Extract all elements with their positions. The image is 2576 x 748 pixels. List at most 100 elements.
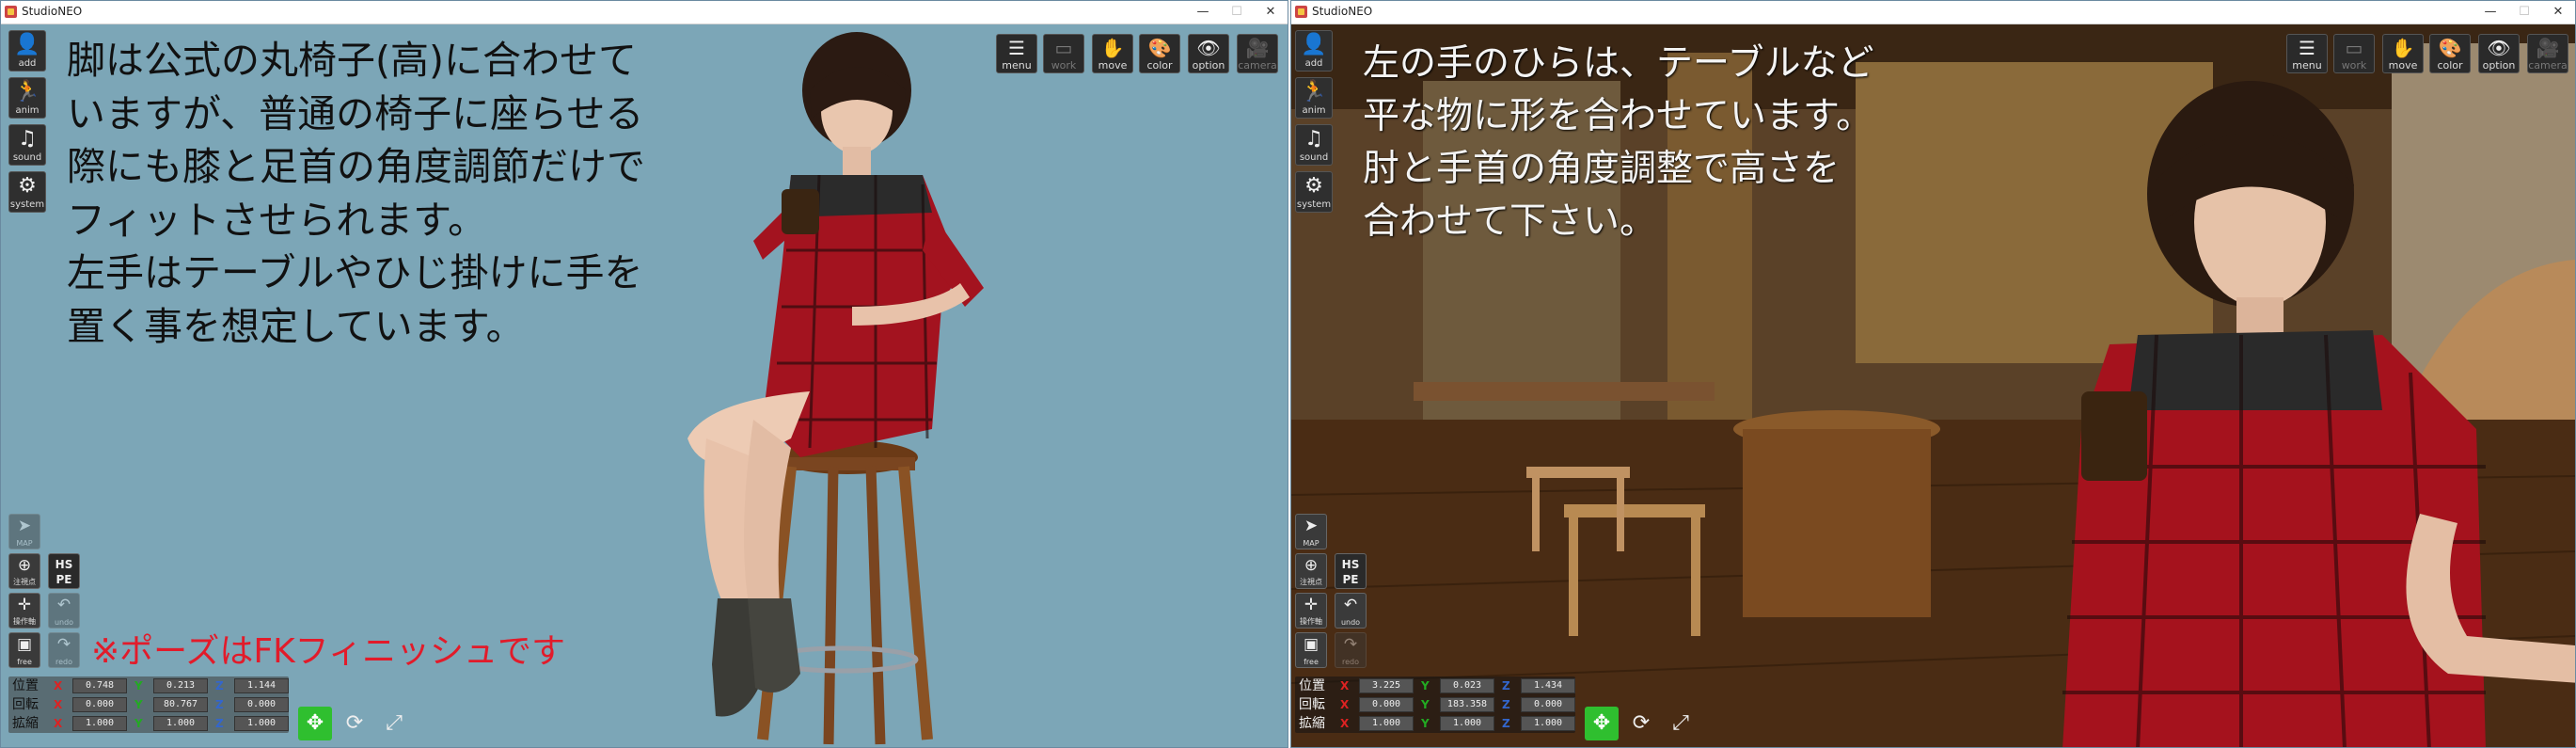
position-z-field[interactable]: 1.144 [234,678,289,693]
map-button[interactable]: ➤ MAP [8,514,40,549]
axis-icon: ✛ [17,596,32,614]
close-button[interactable]: ✕ [1254,1,1288,24]
undo-icon: ↶ [1343,596,1358,614]
maximize-button[interactable]: ☐ [1220,1,1254,24]
close-button[interactable]: ✕ [2541,1,2575,24]
scale-z-field[interactable]: 1.000 [234,716,289,731]
free-button[interactable]: ▣ free [1295,632,1327,668]
focus-icon: ⊕ [1304,556,1319,575]
scale-y-field[interactable]: 1.000 [1440,716,1494,731]
work-button[interactable]: ▭ work [1043,34,1084,73]
option-icon: 👁 [1196,37,1221,59]
scale-gizmo-icon[interactable]: ⤢ [377,707,411,740]
rotate-gizmo-icon[interactable]: ⟳ [338,707,371,740]
map-icon: ➤ [1304,517,1319,535]
move-button[interactable]: ✋ move [1092,34,1133,73]
title-bar[interactable]: StudioNEO — ☐ ✕ [1,1,1288,24]
studio-window-left: StudioNEO — ☐ ✕ 脚は公式の丸椅子(高)に合わせて いますが、普通… [0,0,1288,748]
scale-row: 拡縮 X 1.000 Y 1.000 Z 1.000 [1299,715,1575,732]
rotate-gizmo-icon[interactable]: ⟳ [1624,707,1658,740]
move-gizmo-icon[interactable]: ✥ [1585,707,1619,740]
map-icon: ➤ [17,517,32,535]
undo-icon: ↶ [56,596,71,614]
move-button[interactable]: ✋ move [2382,34,2424,73]
axis-icon: ✛ [1304,596,1319,614]
work-button[interactable]: ▭ work [2333,34,2375,73]
system-icon: ⚙ [18,174,37,198]
scale-z-field[interactable]: 1.000 [1521,716,1575,731]
camera-button[interactable]: 🎥 camera [2527,34,2568,73]
rotation-x-field[interactable]: 0.000 [72,697,127,712]
system-button[interactable]: ⚙ system [1295,171,1333,213]
color-button[interactable]: 🎨 color [2429,34,2471,73]
redo-button[interactable]: ↷ redo [48,632,80,668]
anim-icon: 🏃 [14,80,40,103]
scene-viewport[interactable]: 左の手のひらは、テーブルなど 平な物に形を合わせています。 肘と手首の角度調整で… [1291,24,2575,747]
anim-button[interactable]: 🏃 anim [8,77,46,119]
scene-viewport[interactable]: 脚は公式の丸椅子(高)に合わせて いますが、普通の椅子に座らせる 際にも膝と足首… [1,24,1288,747]
position-y-field[interactable]: 0.023 [1440,678,1494,693]
redo-button[interactable]: ↷ redo [1335,632,1367,668]
rotation-y-field[interactable]: 183.358 [1440,697,1494,712]
character-on-stool-figure [687,32,984,745]
free-button[interactable]: ▣ free [8,632,40,668]
focus-button[interactable]: ⊕ 注視点 [8,553,40,589]
undo-button[interactable]: ↶ undo [1335,593,1367,629]
camera-icon: 🎥 [2536,37,2560,59]
undo-button[interactable]: ↶ undo [48,593,80,629]
sound-button[interactable]: ♫ sound [8,124,46,166]
position-y-field[interactable]: 0.213 [153,678,208,693]
option-button[interactable]: 👁 option [2478,34,2520,73]
move-icon: ✋ [2391,37,2415,59]
scale-row: 拡縮 X 1.000 Y 1.000 Z 1.000 [12,715,289,732]
work-icon: ▭ [1054,37,1073,59]
sound-icon: ♫ [1304,127,1323,151]
add-button[interactable]: 👤 add [8,30,46,72]
focus-button[interactable]: ⊕ 注視点 [1295,553,1327,589]
scale-x-field[interactable]: 1.000 [1359,716,1414,731]
menu-icon: ☰ [2299,37,2315,59]
rotation-z-field[interactable]: 0.000 [1521,697,1575,712]
system-button[interactable]: ⚙ system [8,171,46,213]
rotation-x-field[interactable]: 0.000 [1359,697,1414,712]
scale-x-field[interactable]: 1.000 [72,716,127,731]
app-icon [1295,6,1307,18]
transform-panel: 位置 X 0.748 Y 0.213 Z 1.144 回転 X 0.000 Y … [8,676,289,733]
camera-button[interactable]: 🎥 camera [1237,34,1278,73]
color-button[interactable]: 🎨 color [1139,34,1180,73]
axis-button[interactable]: ✛ 操作軸 [1295,593,1327,629]
rotation-y-field[interactable]: 80.767 [153,697,208,712]
color-icon: 🎨 [1147,37,1172,59]
window-title: StudioNEO [22,5,83,18]
rotation-z-field[interactable]: 0.000 [234,697,289,712]
rotation-row: 回転 X 0.000 Y 183.358 Z 0.000 [1299,696,1575,713]
maximize-button[interactable]: ☐ [2507,1,2541,24]
map-button[interactable]: ➤ MAP [1295,514,1327,549]
position-z-field[interactable]: 1.434 [1521,678,1575,693]
position-x-field[interactable]: 0.748 [72,678,127,693]
menu-button[interactable]: ☰ menu [996,34,1037,73]
description-caption: 脚は公式の丸椅子(高)に合わせて いますが、普通の椅子に座らせる 際にも膝と足首… [67,38,645,349]
title-bar[interactable]: StudioNEO — ☐ ✕ [1291,1,2575,24]
minimize-button[interactable]: — [1186,1,1220,24]
sound-button[interactable]: ♫ sound [1295,124,1333,166]
axis-button[interactable]: ✛ 操作軸 [8,593,40,629]
minimize-button[interactable]: — [2473,1,2507,24]
menu-icon: ☰ [1008,37,1025,59]
option-button[interactable]: 👁 option [1188,34,1229,73]
position-x-field[interactable]: 3.225 [1359,678,1414,693]
move-gizmo-icon[interactable]: ✥ [298,707,332,740]
work-icon: ▭ [2345,37,2363,59]
redo-icon: ↷ [56,635,71,654]
hspe-button[interactable]: HS PE [48,553,80,589]
scale-gizmo-icon[interactable]: ⤢ [1664,707,1698,740]
hspe-button[interactable]: HS PE [1335,553,1367,589]
add-button[interactable]: 👤 add [1295,30,1333,72]
position-row: 位置 X 0.748 Y 0.213 Z 1.144 [12,677,289,694]
camera-icon: 🎥 [1245,37,1270,59]
add-icon: 👤 [1301,33,1327,56]
scale-y-field[interactable]: 1.000 [153,716,208,731]
anim-button[interactable]: 🏃 anim [1295,77,1333,119]
studio-window-right: StudioNEO — ☐ ✕ 左の手のひらは、テーブルなど 平な物に形を合わせ… [1290,0,2576,748]
menu-button[interactable]: ☰ menu [2286,34,2328,73]
